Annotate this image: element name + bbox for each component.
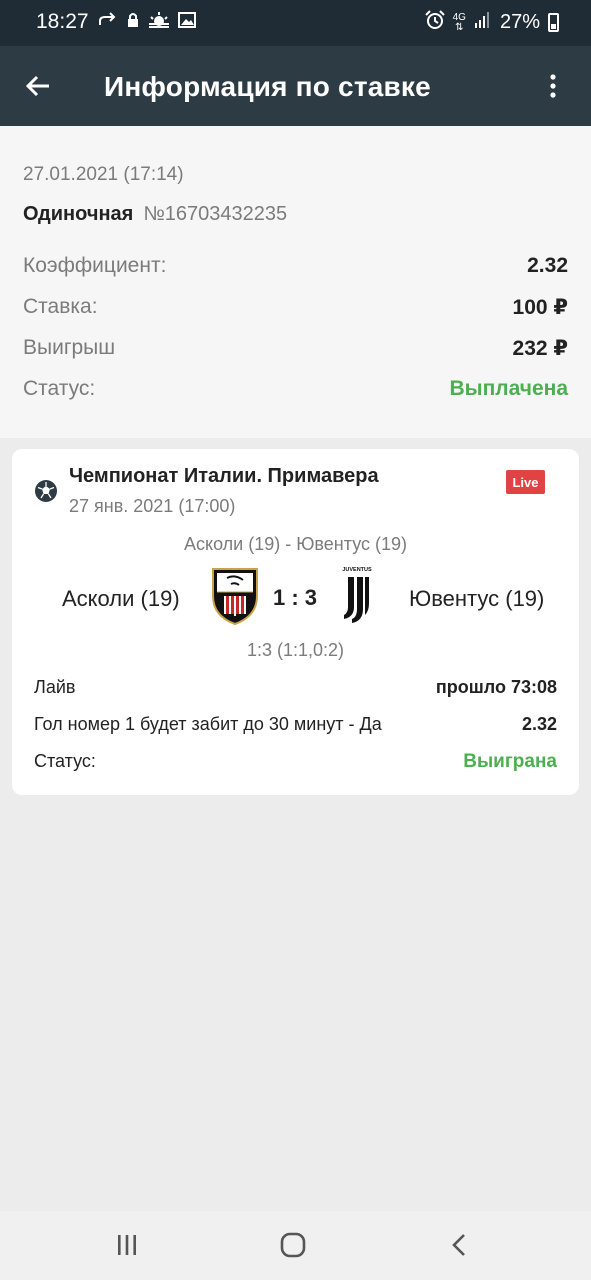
event-status-value: Выиграна (463, 751, 557, 772)
market-row: Гол номер 1 будет забит до 30 минут - Да… (34, 714, 557, 735)
network-type-label: 4G (452, 11, 466, 23)
bet-date: 27.01.2021 (17:14) (23, 164, 184, 185)
status-value: Выплачена (449, 377, 568, 400)
winnings-label: Выигрыш (23, 336, 116, 359)
status-left-icons (98, 12, 196, 33)
arrow-left-icon (25, 75, 49, 97)
status-row: Статус: Выплачена (23, 377, 568, 401)
network-4g-icon: 4G ⇅ (452, 11, 466, 33)
stake-value: 100 ₽ (512, 296, 568, 319)
match-score: 1 : 3 (273, 585, 318, 610)
home-icon (280, 1232, 306, 1258)
page-title: Информация по ставке (104, 71, 431, 102)
event-status-label: Статус: (34, 751, 96, 771)
alarm-icon (424, 10, 445, 35)
live-badge: Live (506, 470, 545, 494)
more-options-button[interactable] (533, 66, 573, 106)
signal-icon (474, 11, 492, 34)
battery-percentage: 27% (499, 11, 540, 33)
share-arrow-icon (98, 12, 118, 33)
status-right-icons: 4G ⇅ 27% (424, 10, 559, 35)
status-bar: 18:27 4G ⇅ 27% (0, 0, 591, 46)
app-bar: Информация по ставке (0, 46, 591, 126)
more-vert-icon (550, 74, 556, 98)
market-odds-value: 2.32 (521, 714, 557, 734)
stake-row: Ставка: 100 ₽ (23, 295, 568, 320)
stake-label: Ставка: (23, 295, 98, 318)
weather-icon (148, 12, 170, 33)
bet-number: №16703432235 (143, 203, 288, 225)
lock-icon (126, 12, 140, 33)
back-icon (452, 1234, 465, 1256)
image-icon (178, 12, 196, 33)
bet-type: Одиночная (23, 203, 134, 225)
soccer-ball-icon (35, 480, 57, 502)
live-row: Лайв прошло 73:08 (34, 677, 557, 698)
event-card[interactable]: Чемпионат Италии. Примавера 27 янв. 2021… (12, 449, 579, 795)
match-title: Асколи (19) - Ювентус (19) (183, 534, 407, 554)
ascoli-crest-icon (212, 568, 258, 626)
home-team-name: Асколи (19) (62, 586, 180, 611)
bet-type-line: Одиночная №16703432235 (23, 203, 287, 226)
bet-summary: 27.01.2021 (17:14) Одиночная №16703432235… (0, 126, 591, 438)
league-name: Чемпионат Италии. Примавера (69, 465, 379, 487)
live-elapsed-value: прошло 73:08 (435, 677, 557, 697)
back-button[interactable] (16, 64, 60, 108)
recent-apps-icon (118, 1235, 136, 1255)
coefficient-row: Коэффициент: 2.32 (23, 254, 568, 278)
system-nav-bar (0, 1211, 591, 1280)
coefficient-value: 2.32 (527, 254, 568, 277)
juventus-logo-text: JUVENTUS (342, 567, 372, 573)
away-team-name: Ювентус (19) (409, 586, 545, 611)
status-time: 18:27 (36, 10, 89, 33)
recent-apps-button[interactable] (107, 1227, 147, 1263)
winnings-value: 232 ₽ (512, 337, 568, 360)
live-label: Лайв (34, 677, 76, 697)
winnings-row: Выигрыш 232 ₽ (23, 336, 568, 361)
coefficient-label: Коэффициент: (23, 254, 167, 277)
home-button[interactable] (273, 1227, 313, 1263)
status-label: Статус: (23, 377, 96, 400)
market-label: Гол номер 1 будет забит до 30 минут - Да (34, 714, 382, 734)
back-nav-button[interactable] (439, 1227, 479, 1263)
event-status-row: Статус: Выиграна (34, 751, 557, 773)
battery-icon (548, 13, 559, 32)
juventus-logo-icon: JUVENTUS (342, 567, 372, 623)
score-detail: 1:3 (1:1,0:2) (246, 640, 345, 660)
event-date: 27 янв. 2021 (17:00) (69, 496, 236, 516)
